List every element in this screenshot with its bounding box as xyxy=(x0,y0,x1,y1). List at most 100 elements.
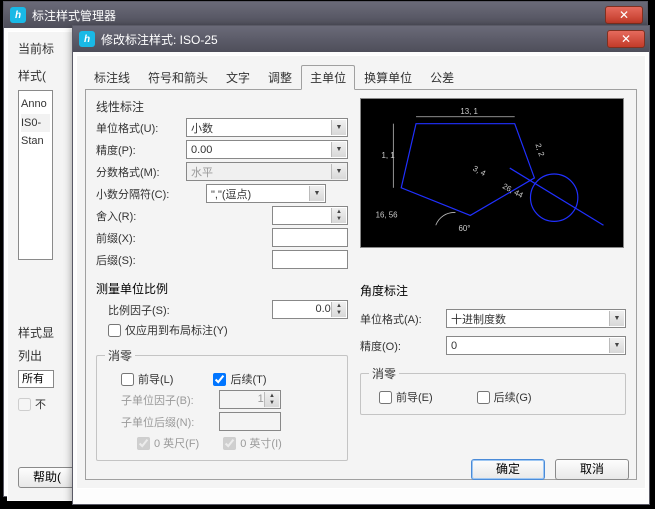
ang-leading-input[interactable] xyxy=(379,391,392,404)
scale-group: 测量单位比例 比例因子(S): 0.001▲▼ 仅应用到布局标注(Y) xyxy=(96,280,348,341)
ang-precision-label: 精度(O): xyxy=(360,338,446,354)
leading-input[interactable] xyxy=(121,373,134,386)
linear-group: 线性标注 单位格式(U): 小数▼ 精度(P): 0.00▼ 分数格式(M): … xyxy=(96,98,348,274)
styles-tree[interactable]: Anno IS0- Stan xyxy=(18,90,53,260)
linear-legend: 线性标注 xyxy=(96,98,348,115)
cancel-button[interactable]: 取消 xyxy=(555,459,629,480)
fraction-format-label: 分数格式(M): xyxy=(96,164,186,180)
fraction-format-combo: 水平▼ xyxy=(186,162,348,181)
not-checkbox-input xyxy=(18,398,31,411)
angular-legend: 角度标注 xyxy=(360,282,626,299)
back-title: 标注样式管理器 xyxy=(32,7,605,24)
decimal-sep-combo[interactable]: ","(逗点) ▼ xyxy=(206,184,326,203)
tree-item[interactable]: Anno xyxy=(21,95,50,114)
not-checkbox-label: 不 xyxy=(35,396,46,412)
zero-inch-label: 0 英寸(I) xyxy=(240,435,282,451)
layout-only-checkbox[interactable]: 仅应用到布局标注(Y) xyxy=(108,322,228,338)
ang-precision-combo[interactable]: 0▼ xyxy=(446,336,626,355)
tab-primary-units[interactable]: 主单位 xyxy=(301,65,355,90)
chevron-down-icon: ▼ xyxy=(609,311,624,326)
tab-fit[interactable]: 调整 xyxy=(259,65,301,90)
close-icon[interactable]: ✕ xyxy=(605,6,643,24)
dimension-preview: 13, 1 1, 1 2, 2 3, 4 26, 44 16, 56 60° xyxy=(360,98,624,248)
scale-legend: 测量单位比例 xyxy=(96,280,348,297)
trailing-label: 后续(T) xyxy=(230,371,266,387)
suffix-input[interactable] xyxy=(272,250,348,269)
ok-button[interactable]: 确定 xyxy=(471,459,545,480)
ang-zero-group: 消零 前导(E) 后续(G) xyxy=(360,365,626,415)
ang-trailing-label: 后续(G) xyxy=(494,389,532,405)
chevron-down-icon: ▼ xyxy=(331,120,346,135)
right-column: 13, 1 1, 1 2, 2 3, 4 26, 44 16, 56 60° 角… xyxy=(360,98,626,471)
subunit-suffix-input xyxy=(219,412,281,431)
zero-inch-input xyxy=(223,437,236,450)
trailing-checkbox[interactable]: 后续(T) xyxy=(213,371,266,387)
ang-zero-legend: 消零 xyxy=(369,365,399,382)
decimal-sep-value: ","(逗点) xyxy=(211,186,251,202)
close-icon[interactable]: ✕ xyxy=(607,30,645,48)
chevron-down-icon: ▼ xyxy=(309,186,324,201)
trailing-input[interactable] xyxy=(213,373,226,386)
round-spinner[interactable]: 0▲▼ xyxy=(272,206,348,225)
svg-text:1, 1: 1, 1 xyxy=(381,151,394,160)
tree-item[interactable]: IS0- xyxy=(21,114,50,133)
tab-alt-units[interactable]: 换算单位 xyxy=(355,65,421,90)
svg-text:26, 44: 26, 44 xyxy=(501,182,525,201)
precision-combo[interactable]: 0.00 ▼ xyxy=(186,140,348,159)
app-icon: h xyxy=(10,7,26,23)
ang-unit-format-combo[interactable]: 十进制度数 ▼ xyxy=(446,309,626,328)
prefix-input[interactable] xyxy=(272,228,348,247)
ang-leading-checkbox[interactable]: 前导(E) xyxy=(379,389,433,405)
app-icon: h xyxy=(79,31,95,47)
svg-text:13, 1: 13, 1 xyxy=(460,107,478,116)
precision-value: 0.00 xyxy=(191,144,212,156)
leading-label: 前导(L) xyxy=(138,371,173,387)
layout-only-input[interactable] xyxy=(108,324,121,337)
subunit-factor-label: 子单位因子(B): xyxy=(121,392,219,408)
spinner-icon: ▲▼ xyxy=(264,392,279,407)
unit-format-value: 小数 xyxy=(191,120,213,136)
svg-text:3, 4: 3, 4 xyxy=(471,164,487,178)
leading-checkbox[interactable]: 前导(L) xyxy=(121,371,173,387)
decimal-sep-label: 小数分隔符(C): xyxy=(96,186,206,202)
tab-symbols[interactable]: 符号和箭头 xyxy=(139,65,217,90)
unit-format-combo[interactable]: 小数 ▼ xyxy=(186,118,348,137)
ang-unit-format-label: 单位格式(A): xyxy=(360,311,446,327)
tab-tolerance[interactable]: 公差 xyxy=(421,65,463,90)
front-body: 标注线 符号和箭头 文字 调整 主单位 换算单位 公差 线性标注 单位格式(U)… xyxy=(76,55,646,489)
suffix-label: 后缀(S): xyxy=(96,252,186,268)
tab-text[interactable]: 文字 xyxy=(217,65,259,90)
zero-feet-input xyxy=(137,437,150,450)
svg-text:2, 2: 2, 2 xyxy=(534,142,547,157)
tabpage-primary-units: 线性标注 单位格式(U): 小数▼ 精度(P): 0.00▼ 分数格式(M): … xyxy=(85,90,637,480)
chevron-down-icon: ▼ xyxy=(331,142,346,157)
tree-item[interactable]: Stan xyxy=(21,132,50,151)
zero-inch-checkbox: 0 英寸(I) xyxy=(223,435,282,451)
ang-leading-label: 前导(E) xyxy=(396,389,433,405)
spinner-icon: ▲▼ xyxy=(331,302,346,317)
ang-precision-value: 0 xyxy=(451,340,457,352)
front-title: 修改标注样式: ISO-25 xyxy=(101,31,607,48)
ang-unit-format-value: 十进制度数 xyxy=(451,311,506,327)
scale-factor-spinner[interactable]: 0.001▲▼ xyxy=(272,300,348,319)
ang-trailing-checkbox[interactable]: 后续(G) xyxy=(477,389,532,405)
left-column: 线性标注 单位格式(U): 小数▼ 精度(P): 0.00▼ 分数格式(M): … xyxy=(96,98,348,471)
preview-svg: 13, 1 1, 1 2, 2 3, 4 26, 44 16, 56 60° xyxy=(361,99,623,247)
round-label: 舍入(R): xyxy=(96,208,186,224)
help-button[interactable]: 帮助( xyxy=(18,467,76,488)
layout-only-label: 仅应用到布局标注(Y) xyxy=(125,322,228,338)
tabstrip: 标注线 符号和箭头 文字 调整 主单位 换算单位 公差 xyxy=(85,64,637,90)
angular-section: 角度标注 单位格式(A): 十进制度数 ▼ 精度(O): 0▼ 消零 前导(E) … xyxy=(360,282,626,415)
svg-text:16, 56: 16, 56 xyxy=(376,210,399,219)
ang-trailing-input[interactable] xyxy=(477,391,490,404)
subunit-suffix-label: 子单位后缀(N): xyxy=(121,414,219,430)
modify-style-dialog: h 修改标注样式: ISO-25 ✕ 标注线 符号和箭头 文字 调整 主单位 换… xyxy=(72,25,650,505)
prefix-label: 前缀(X): xyxy=(96,230,186,246)
listout-combo[interactable]: 所有 xyxy=(18,370,54,388)
scale-factor-label: 比例因子(S): xyxy=(96,302,206,318)
not-checkbox[interactable]: 不 xyxy=(18,396,46,412)
zero-feet-label: 0 英尺(F) xyxy=(154,435,199,451)
tab-dimlines[interactable]: 标注线 xyxy=(85,65,139,90)
dialog-footer: 确定 取消 xyxy=(471,459,629,480)
unit-format-label: 单位格式(U): xyxy=(96,120,186,136)
